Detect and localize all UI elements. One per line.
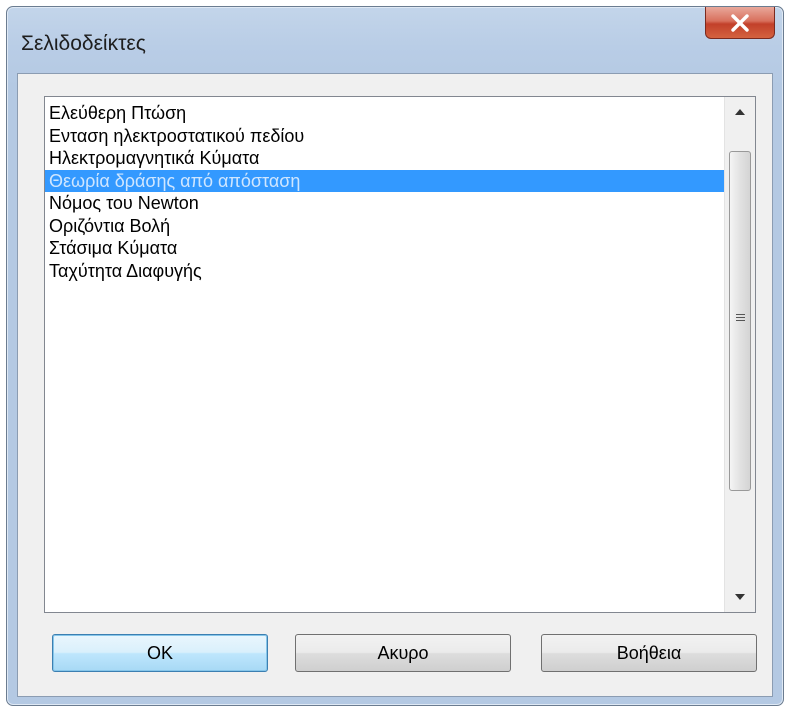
bookmarks-dialog: Σελιδοδείκτες Ελεύθερη Πτώση Ενταση ηλεκ…: [6, 6, 784, 706]
scroll-grip-icon: [736, 314, 745, 323]
dialog-client-area: Ελεύθερη Πτώση Ενταση ηλεκτροστατικού πε…: [17, 73, 773, 697]
scroll-up-button[interactable]: [725, 97, 755, 127]
dialog-title: Σελιδοδείκτες: [21, 32, 146, 55]
list-item-selected[interactable]: Θεωρία δράσης από απόσταση: [45, 169, 725, 192]
ok-button[interactable]: OK: [52, 634, 268, 672]
scroll-down-button[interactable]: [725, 582, 755, 612]
list-item[interactable]: Στάσιμα Κύματα: [45, 237, 725, 260]
cancel-button[interactable]: Ακυρο: [295, 634, 511, 672]
scroll-thumb[interactable]: [729, 151, 751, 491]
vertical-scrollbar[interactable]: [724, 97, 755, 612]
list-item[interactable]: Ελεύθερη Πτώση: [45, 102, 725, 125]
list-item[interactable]: Νόμος του Newton: [45, 192, 725, 215]
help-button[interactable]: Βοήθεια: [541, 634, 757, 672]
scroll-up-arrow-icon: [735, 109, 745, 115]
scroll-down-arrow-icon: [735, 594, 745, 600]
list-item[interactable]: Ηλεκτρομαγνητικά Κύματα: [45, 147, 725, 170]
bookmarks-listbox[interactable]: Ελεύθερη Πτώση Ενταση ηλεκτροστατικού πε…: [44, 96, 756, 613]
list-item[interactable]: Οριζόντια Βολή: [45, 215, 725, 238]
list-item[interactable]: Ταχύτητα Διαφυγής: [45, 260, 725, 283]
bookmarks-list: Ελεύθερη Πτώση Ενταση ηλεκτροστατικού πε…: [45, 102, 725, 282]
list-item[interactable]: Ενταση ηλεκτροστατικού πεδίου: [45, 125, 725, 148]
close-icon: [731, 13, 749, 32]
close-button[interactable]: [705, 7, 775, 39]
